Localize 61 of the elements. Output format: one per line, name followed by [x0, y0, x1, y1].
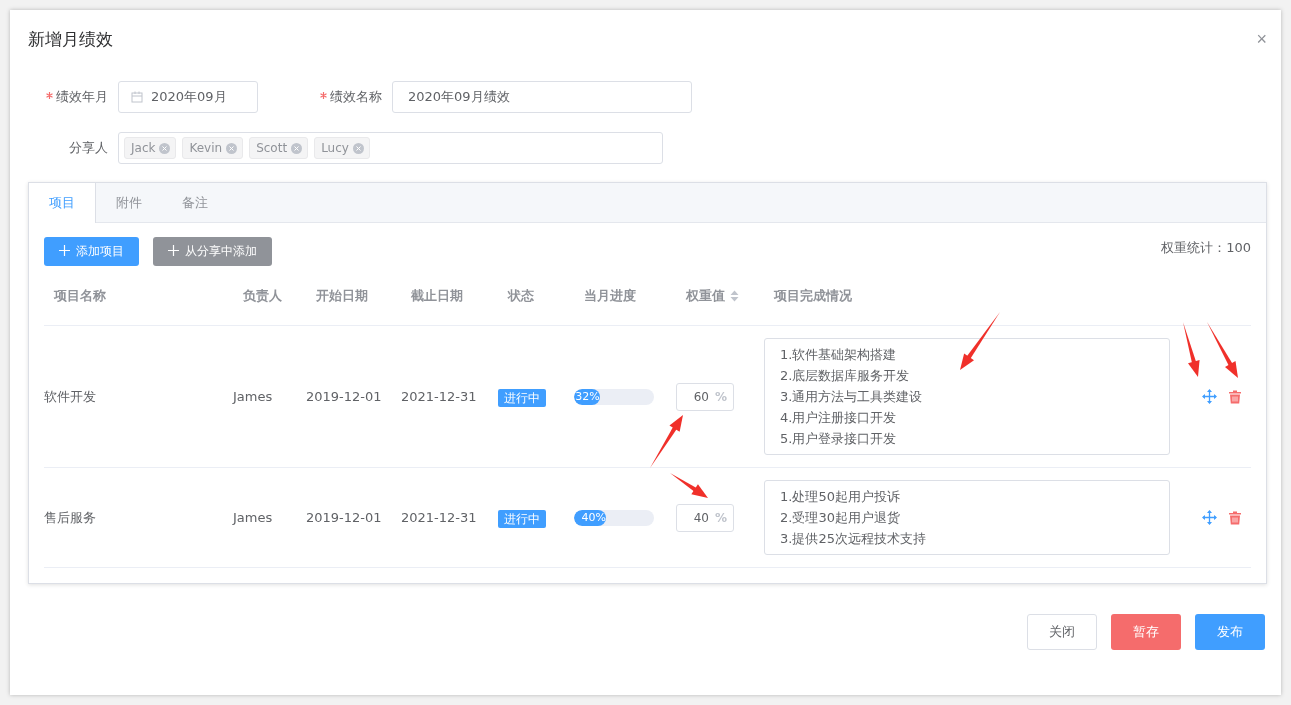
status-badge: 进行中 — [498, 509, 546, 528]
column-header[interactable]: 权重值 — [686, 286, 774, 305]
annotation-arrow — [1207, 322, 1238, 378]
add-button[interactable]: 添加项目 — [44, 237, 139, 266]
field-label: 分享人 — [68, 139, 109, 157]
sharer-tag: Jack — [124, 137, 177, 159]
tab[interactable]: 项目 — [29, 183, 96, 223]
table-cell-text: 2021-12-31 — [401, 510, 478, 525]
table-cell-text: James — [233, 389, 274, 404]
close-icon[interactable] — [352, 142, 364, 154]
completion-textarea[interactable]: 1.处理50起用户投诉 2.受理30起用户退货 3.提供25次远程技术支持 — [764, 480, 1170, 555]
column-header: 截止日期 — [411, 286, 464, 305]
column-header: 状态 — [508, 286, 535, 305]
annotation-arrow — [960, 312, 1000, 370]
footer-button[interactable]: 发布 — [1195, 614, 1265, 650]
plus-icon — [59, 245, 70, 256]
table-cell-text: 2019-12-01 — [306, 389, 383, 404]
column-header: 项目完成情况 — [774, 286, 853, 305]
sort-icon[interactable] — [730, 289, 739, 302]
move-icon[interactable] — [1202, 389, 1217, 404]
table-cell-text: 2019-12-01 — [306, 510, 383, 525]
status-badge: 进行中 — [498, 388, 546, 407]
close-button[interactable]: × — [1256, 28, 1267, 50]
weight-total: 权重统计：100 — [1161, 239, 1251, 257]
close-icon[interactable] — [226, 142, 238, 154]
sharer-tag: Lucy — [314, 137, 370, 159]
weight-input[interactable]: 60 % — [676, 382, 734, 411]
month-picker[interactable]: 2020年09月 — [118, 81, 258, 113]
field-label: 绩效名称 — [282, 88, 392, 106]
table-cell-text: James — [233, 510, 274, 525]
weight-input[interactable]: 40 % — [676, 503, 734, 532]
completion-textarea[interactable]: 1.软件基础架构搭建 2.底层数据库服务开发 3.通用方法与工具类建设 4.用户注册接口开发 5.用户登录接口开发 — [764, 338, 1170, 455]
column-header: 当月进度 — [584, 286, 637, 305]
close-icon[interactable] — [291, 142, 303, 154]
tab[interactable]: 备注 — [162, 183, 228, 222]
name-input[interactable]: 2020年09月绩效 — [392, 81, 692, 113]
sharer-tag: Scott — [249, 137, 309, 159]
column-header: 负责人 — [243, 286, 283, 305]
table-cell-text: 售后服务 — [44, 508, 97, 527]
progress-fill: 32% — [574, 388, 600, 405]
column-header: 项目名称 — [54, 286, 107, 305]
table-cell-text: 2021-12-31 — [401, 389, 478, 404]
delete-icon[interactable] — [1229, 389, 1241, 404]
annotation-arrow — [650, 415, 683, 468]
tab[interactable]: 附件 — [96, 183, 162, 222]
close-icon[interactable] — [159, 142, 171, 154]
footer-button[interactable]: 关闭 — [1027, 614, 1097, 650]
field-label: 绩效年月 — [28, 88, 118, 106]
sharer-select[interactable]: Jack Kevin Scott Lucy — [118, 132, 663, 164]
delete-icon[interactable] — [1229, 510, 1241, 525]
table-cell-text: 软件开发 — [44, 387, 97, 406]
calendar-icon — [131, 91, 143, 103]
dialog-title: 新增月绩效 — [28, 27, 113, 51]
column-header: 开始日期 — [316, 286, 369, 305]
progress-fill: 40% — [574, 509, 606, 526]
move-icon[interactable] — [1202, 510, 1217, 525]
plus-icon — [168, 245, 179, 256]
add-button[interactable]: 从分享中添加 — [153, 237, 272, 266]
annotation-arrow — [670, 473, 708, 498]
sharer-tag: Kevin — [182, 137, 244, 159]
footer-button[interactable]: 暂存 — [1111, 614, 1181, 650]
